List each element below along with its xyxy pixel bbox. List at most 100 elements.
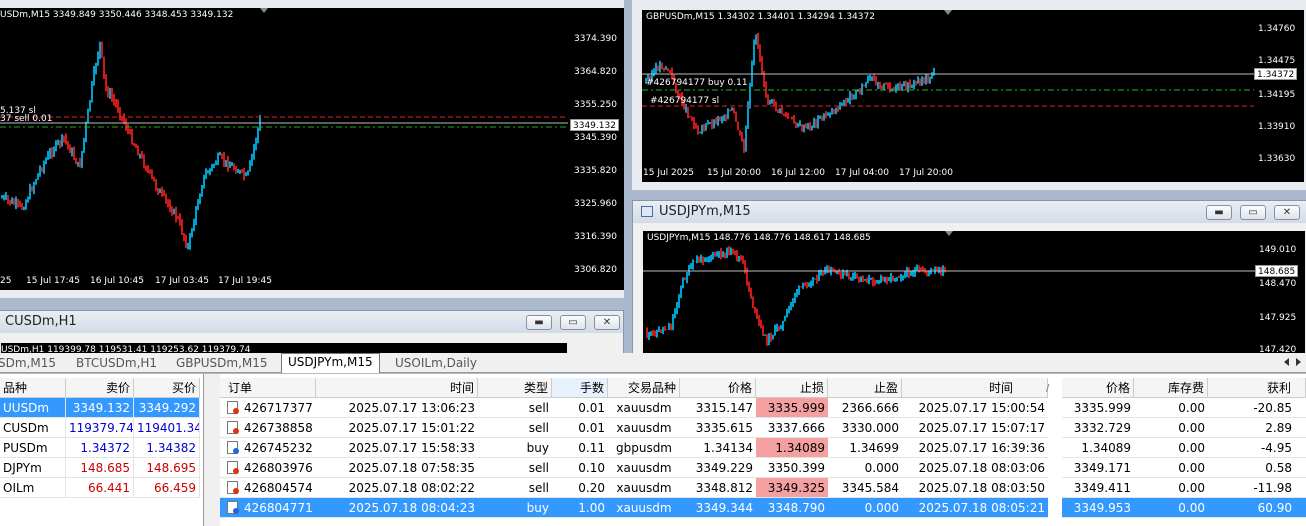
cell-open-price[interactable]: 1.34134: [680, 438, 756, 458]
market-watch-ask[interactable]: 119401.34: [134, 418, 200, 438]
xauusd-chart-area[interactable]: USDm,M15 3349.849 3350.446 3348.453 3349…: [0, 8, 568, 272]
cell-volume[interactable]: 0.20: [552, 478, 608, 498]
cell-open-time[interactable]: 2025.07.17 15:58:33: [316, 438, 478, 458]
cell-open-price[interactable]: 3349.344: [680, 498, 756, 518]
cell-type[interactable]: sell: [478, 418, 552, 438]
cell-type[interactable]: buy: [478, 498, 552, 518]
cell-tp[interactable]: 3330.000: [828, 418, 902, 438]
cell-tp[interactable]: 0.000: [828, 498, 902, 518]
market-watch-symbol[interactable]: OILm: [0, 478, 66, 498]
col-header-symbol[interactable]: 交易品种: [608, 378, 680, 398]
cell-close-time[interactable]: 2025.07.18 08:05:21: [902, 498, 1048, 518]
cell-profit[interactable]: 0.58: [1208, 458, 1306, 478]
cell-sl[interactable]: 1.34089: [756, 438, 828, 458]
cell-open-time[interactable]: 2025.07.17 13:06:23: [316, 398, 478, 418]
cell-swap[interactable]: 0.00: [1134, 398, 1208, 418]
cell-profit[interactable]: -20.85: [1208, 398, 1306, 418]
market-watch-bid[interactable]: 1.34372: [66, 438, 134, 458]
col-header-profit[interactable]: 获利: [1208, 378, 1306, 398]
market-watch-symbol[interactable]: UUSDm: [0, 398, 66, 418]
cell-swap[interactable]: 0.00: [1134, 438, 1208, 458]
tabs-scroll-left-icon[interactable]: [1284, 358, 1289, 366]
cell-tp[interactable]: 2366.666: [828, 398, 902, 418]
cell-symbol[interactable]: xauusdm: [608, 478, 680, 498]
cell-sl[interactable]: 3350.399: [756, 458, 828, 478]
cell-volume[interactable]: 0.10: [552, 458, 608, 478]
cell-profit[interactable]: -11.98: [1208, 478, 1306, 498]
panel-splitter[interactable]: [204, 374, 220, 526]
cell-swap[interactable]: 0.00: [1134, 458, 1208, 478]
cell-close-price[interactable]: 3349.171: [1062, 458, 1134, 478]
market-watch-symbol[interactable]: DJPYm: [0, 458, 66, 478]
col-header-volume[interactable]: 手数: [552, 378, 608, 398]
tab-gbpusdm[interactable]: GBPUSDm,M15: [170, 355, 274, 373]
cell-close-time[interactable]: 2025.07.17 15:00:54: [902, 398, 1048, 418]
market-watch-header-ask[interactable]: 买价: [134, 378, 200, 398]
cell-sl[interactable]: 3349.325: [756, 478, 828, 498]
cell-type[interactable]: buy: [478, 438, 552, 458]
cell-sl[interactable]: 3337.666: [756, 418, 828, 438]
cell-swap[interactable]: 0.00: [1134, 478, 1208, 498]
cell-tp[interactable]: 3345.584: [828, 478, 902, 498]
cell-type[interactable]: sell: [478, 398, 552, 418]
cell-open-time[interactable]: 2025.07.18 07:58:35: [316, 458, 478, 478]
col-header-close-price[interactable]: 价格: [1062, 378, 1134, 398]
close-button[interactable]: ✕: [1274, 205, 1300, 220]
col-header-close-time[interactable]: 时间: [902, 378, 1048, 398]
tab-btcusdm[interactable]: BTCUSDm,H1: [70, 355, 163, 373]
cell-sl[interactable]: 3348.790: [756, 498, 828, 518]
col-header-swap[interactable]: 库存费: [1134, 378, 1208, 398]
col-header-open-price[interactable]: 价格: [680, 378, 756, 398]
cell-symbol[interactable]: xauusdm: [608, 418, 680, 438]
cell-symbol[interactable]: xauusdm: [608, 398, 680, 418]
cell-open-time[interactable]: 2025.07.17 15:01:22: [316, 418, 478, 438]
market-watch-ask[interactable]: 1.34382: [134, 438, 200, 458]
close-button[interactable]: ✕: [594, 315, 620, 330]
cell-open-price[interactable]: 3348.812: [680, 478, 756, 498]
col-header-sl[interactable]: 止损: [756, 378, 828, 398]
gbpusd-chart-area[interactable]: GBPUSDm,M15 1.34302 1.34401 1.34294 1.34…: [642, 10, 1254, 164]
cell-close-time[interactable]: 2025.07.18 08:03:06: [902, 458, 1048, 478]
tabs-scroll-right-icon[interactable]: [1296, 358, 1301, 366]
cell-open-time[interactable]: 2025.07.18 08:02:22: [316, 478, 478, 498]
cell-open-price[interactable]: 3315.147: [680, 398, 756, 418]
cell-profit[interactable]: 60.90: [1208, 498, 1306, 518]
minimize-button[interactable]: ▬: [1206, 205, 1232, 220]
cell-volume[interactable]: 0.01: [552, 418, 608, 438]
col-header-open-time[interactable]: 时间: [316, 378, 478, 398]
market-watch-ask[interactable]: 3349.292: [134, 398, 200, 418]
cell-open-price[interactable]: 3335.615: [680, 418, 756, 438]
cell-symbol[interactable]: xauusdm: [608, 498, 680, 518]
cell-close-time[interactable]: 2025.07.18 08:03:50: [902, 478, 1048, 498]
cell-close-price[interactable]: 3349.411: [1062, 478, 1134, 498]
cell-type[interactable]: sell: [478, 458, 552, 478]
col-header-order[interactable]: 订单: [220, 378, 316, 398]
market-watch-symbol[interactable]: PUSDm: [0, 438, 66, 458]
market-watch-header-bid[interactable]: 卖价: [66, 378, 134, 398]
cell-close-time[interactable]: 2025.07.17 16:39:36: [902, 438, 1048, 458]
usdjpy-chart-area[interactable]: USDJPYm,M15 148.776 148.776 148.617 148.…: [643, 231, 1255, 361]
maximize-button[interactable]: ▭: [1240, 205, 1266, 220]
tab-usoilm[interactable]: USOILm,Daily: [389, 355, 483, 373]
cell-close-price[interactable]: 3332.729: [1062, 418, 1134, 438]
tab-usdjpym[interactable]: USDJPYm,M15: [281, 353, 380, 373]
cell-tp[interactable]: 0.000: [828, 458, 902, 478]
cell-sl[interactable]: 3335.999: [756, 398, 828, 418]
cell-close-price[interactable]: 1.34089: [1062, 438, 1134, 458]
cell-close-price[interactable]: 3349.953: [1062, 498, 1134, 518]
cell-volume[interactable]: 1.00: [552, 498, 608, 518]
market-watch-ask[interactable]: 148.695: [134, 458, 200, 478]
market-watch-header-symbol[interactable]: 品种: [0, 378, 66, 398]
market-watch-symbol[interactable]: CUSDm: [0, 418, 66, 438]
cell-close-price[interactable]: 3335.999: [1062, 398, 1134, 418]
cell-symbol[interactable]: gbpusdm: [608, 438, 680, 458]
market-watch-bid[interactable]: 148.685: [66, 458, 134, 478]
cell-volume[interactable]: 0.11: [552, 438, 608, 458]
cell-symbol[interactable]: xauusdm: [608, 458, 680, 478]
minimize-button[interactable]: ▬: [526, 315, 552, 330]
tab-xauusdm[interactable]: SDm,M15: [0, 355, 62, 373]
col-header-type[interactable]: 类型: [478, 378, 552, 398]
cell-volume[interactable]: 0.01: [552, 398, 608, 418]
cell-swap[interactable]: 0.00: [1134, 418, 1208, 438]
market-watch-bid[interactable]: 66.441: [66, 478, 134, 498]
